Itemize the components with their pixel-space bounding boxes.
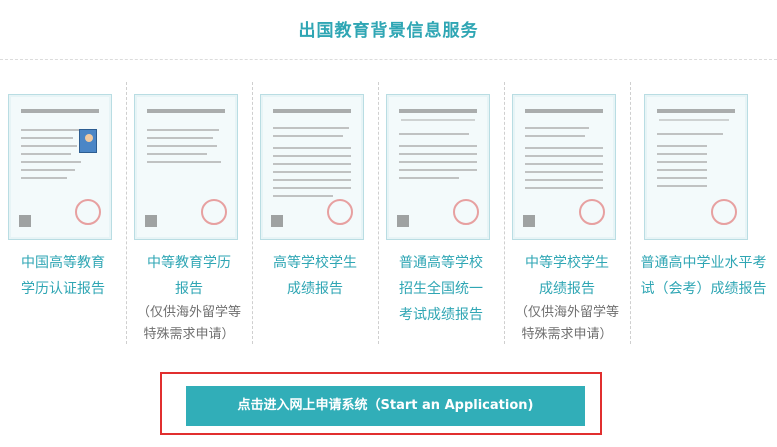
report-title[interactable]: 普通高等学校 招生全国统一 考试成绩报告 — [378, 250, 504, 328]
report-thumbnail[interactable] — [8, 94, 112, 240]
official-seal-icon — [201, 199, 227, 225]
document-line — [21, 153, 71, 155]
report-title[interactable]: 中国高等教育 学历认证报告 — [0, 250, 126, 302]
official-seal-icon — [579, 199, 605, 225]
document-line — [657, 145, 707, 147]
document-line — [273, 135, 343, 137]
document-line — [659, 119, 729, 121]
official-seal-icon — [711, 199, 737, 225]
report-cards: 中国高等教育 学历认证报告 中等教育学历 报告 （仅供海外留学等 特殊需求申请） — [0, 82, 777, 344]
document-line — [657, 177, 707, 179]
document-line — [399, 153, 477, 155]
document-line — [21, 169, 75, 171]
report-thumbnail[interactable] — [134, 94, 238, 240]
document-line — [399, 177, 459, 179]
document-line — [525, 187, 603, 189]
qr-code-icon — [145, 215, 157, 227]
report-title[interactable]: 中等教育学历 报告 — [126, 250, 252, 302]
document-line — [21, 145, 77, 147]
report-card-secondary-degree[interactable]: 中等教育学历 报告 （仅供海外留学等 特殊需求申请） — [126, 82, 252, 344]
qr-code-icon — [523, 215, 535, 227]
document-line — [399, 145, 477, 147]
document-line — [273, 179, 351, 181]
document-line — [657, 133, 723, 135]
document-title-line — [399, 109, 477, 113]
document-line — [147, 129, 219, 131]
document-line — [401, 119, 475, 121]
document-line — [21, 161, 81, 163]
official-seal-icon — [75, 199, 101, 225]
document-line — [525, 179, 603, 181]
document-line — [657, 153, 707, 155]
report-title[interactable]: 普通高中学业水平考 试（会考）成绩报告 — [630, 250, 777, 302]
document-line — [147, 145, 217, 147]
document-line — [657, 169, 707, 171]
document-line — [399, 133, 469, 135]
document-line — [525, 147, 603, 149]
document-line — [21, 137, 73, 139]
document-line — [147, 137, 213, 139]
document-line — [273, 187, 351, 189]
document-line — [525, 171, 603, 173]
document-line — [21, 129, 79, 131]
document-line — [273, 171, 351, 173]
document-line — [525, 127, 589, 129]
report-thumbnail[interactable] — [644, 94, 748, 240]
document-title-line — [657, 109, 735, 113]
report-note: （仅供海外留学等 特殊需求申请） — [514, 305, 619, 342]
report-note: （仅供海外留学等 特殊需求申请） — [136, 305, 241, 342]
document-line — [525, 135, 585, 137]
student-photo — [79, 129, 97, 153]
document-line — [273, 155, 351, 157]
qr-code-icon — [271, 215, 283, 227]
document-line — [147, 161, 221, 163]
document-line — [399, 169, 477, 171]
report-thumbnail[interactable] — [260, 94, 364, 240]
section-header: 出国教育背景信息服务 — [0, 0, 777, 60]
document-line — [657, 161, 707, 163]
document-line — [273, 195, 333, 197]
report-title[interactable]: 高等学校学生 成绩报告 — [252, 250, 378, 302]
page: 出国教育背景信息服务 中国高等教育 学历认证报告 中等教育学历 报告 （仅供海外… — [0, 0, 777, 447]
report-thumbnail[interactable] — [386, 94, 490, 240]
report-card-gaokao-scores[interactable]: 普通高等学校 招生全国统一 考试成绩报告 — [378, 82, 504, 344]
qr-code-icon — [397, 215, 409, 227]
section-title: 出国教育背景信息服务 — [298, 21, 479, 41]
document-line — [399, 161, 477, 163]
report-card-college-transcript[interactable]: 高等学校学生 成绩报告 — [252, 82, 378, 344]
report-thumbnail[interactable] — [512, 94, 616, 240]
document-title-line — [147, 109, 225, 113]
official-seal-icon — [327, 199, 353, 225]
document-title-line — [21, 109, 99, 113]
qr-code-icon — [19, 215, 31, 227]
report-title[interactable]: 中等学校学生 成绩报告 — [504, 250, 630, 302]
start-application-button[interactable]: 点击进入网上申请系统（Start an Application) — [186, 386, 585, 426]
document-line — [273, 163, 351, 165]
report-card-academic-proficiency[interactable]: 普通高中学业水平考 试（会考）成绩报告 — [630, 82, 777, 344]
document-title-line — [273, 109, 351, 113]
document-line — [525, 163, 603, 165]
document-line — [273, 147, 351, 149]
document-line — [525, 155, 603, 157]
report-card-secondary-transcript[interactable]: 中等学校学生 成绩报告 （仅供海外留学等 特殊需求申请） — [504, 82, 630, 344]
report-card-academic-degree[interactable]: 中国高等教育 学历认证报告 — [0, 82, 126, 344]
official-seal-icon — [453, 199, 479, 225]
document-line — [273, 127, 349, 129]
document-line — [657, 185, 707, 187]
document-line — [147, 153, 207, 155]
document-title-line — [525, 109, 603, 113]
document-line — [21, 177, 67, 179]
